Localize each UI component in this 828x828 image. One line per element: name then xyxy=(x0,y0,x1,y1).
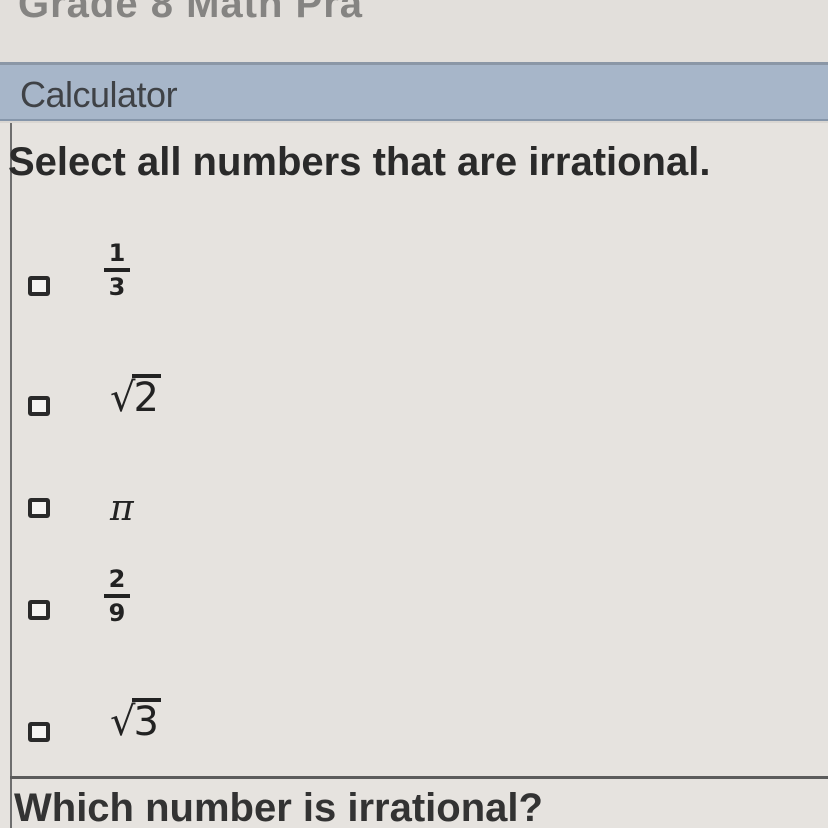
numerator: 2 xyxy=(108,565,126,593)
answer-option-3[interactable]: π xyxy=(0,458,828,548)
checkbox[interactable] xyxy=(28,498,50,518)
radicand: 3 xyxy=(131,698,161,745)
fraction-two-ninths: 2 9 xyxy=(100,566,134,626)
fraction-bar xyxy=(104,268,130,272)
fraction-bar xyxy=(104,594,130,598)
calculator-button[interactable]: Calculator xyxy=(20,74,178,116)
numerator: 1 xyxy=(108,239,126,267)
checkbox[interactable] xyxy=(28,276,50,296)
question-prompt: Select all numbers that are irrational. xyxy=(8,140,711,184)
sqrt-two: √2 xyxy=(110,374,161,421)
divider xyxy=(10,776,828,779)
answer-option-4[interactable]: 2 9 xyxy=(0,562,828,652)
fraction-one-third: 1 3 xyxy=(100,240,134,300)
sqrt-three: √3 xyxy=(110,698,161,745)
answer-option-1[interactable]: 1 3 xyxy=(0,238,828,328)
checkbox[interactable] xyxy=(28,396,50,416)
answer-option-5[interactable]: √3 xyxy=(0,680,828,770)
denominator: 3 xyxy=(108,273,126,301)
radicand: 2 xyxy=(131,374,161,421)
next-question-prompt: Which number is irrational? xyxy=(14,786,543,828)
denominator: 9 xyxy=(108,599,126,627)
top-strip: Grade 8 Math Pra xyxy=(0,0,828,64)
checkbox[interactable] xyxy=(28,722,50,742)
checkbox[interactable] xyxy=(28,600,50,620)
answer-option-2[interactable]: √2 xyxy=(0,352,828,442)
page-heading-cut: Grade 8 Math Pra xyxy=(18,0,364,26)
pi-symbol: π xyxy=(110,488,134,529)
